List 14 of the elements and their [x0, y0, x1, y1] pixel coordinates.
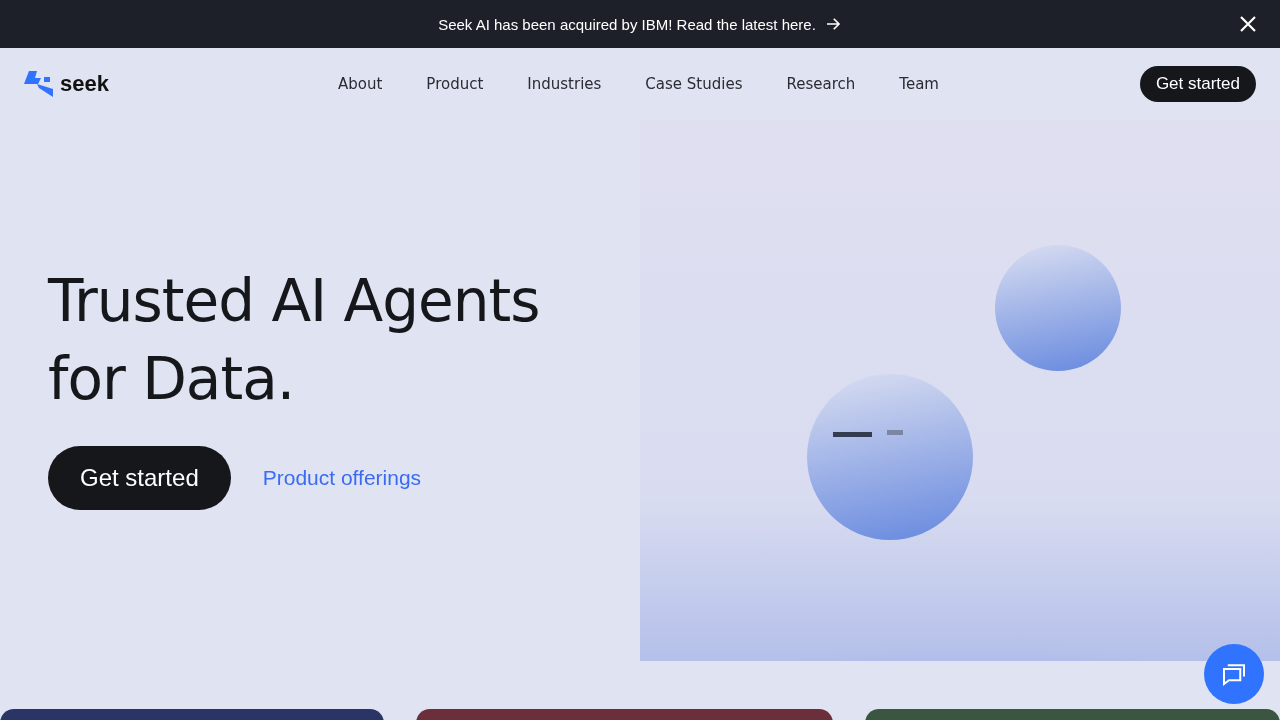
- product-offerings-link[interactable]: Product offerings: [262, 466, 422, 490]
- logo-text: seek: [60, 71, 109, 97]
- nav-link[interactable]: About: [318, 67, 403, 101]
- logo-icon: [24, 71, 54, 97]
- nav-link[interactable]: Research: [766, 67, 876, 101]
- get-started-button[interactable]: Get started: [48, 446, 231, 510]
- announcement-link[interactable]: Seek AI has been acquired by IBM! Read the latest here.: [438, 15, 842, 33]
- nav-link[interactable]: Product: [406, 67, 504, 101]
- get-started-button[interactable]: Get started: [1139, 66, 1256, 102]
- nav-link[interactable]: Case Studies: [625, 67, 763, 101]
- chat-button[interactable]: [1204, 644, 1264, 704]
- nav-link[interactable]: Industries: [507, 67, 622, 101]
- nav-link[interactable]: Team: [879, 67, 959, 101]
- hero-title: Trusted AI Agents for Data.: [48, 266, 541, 415]
